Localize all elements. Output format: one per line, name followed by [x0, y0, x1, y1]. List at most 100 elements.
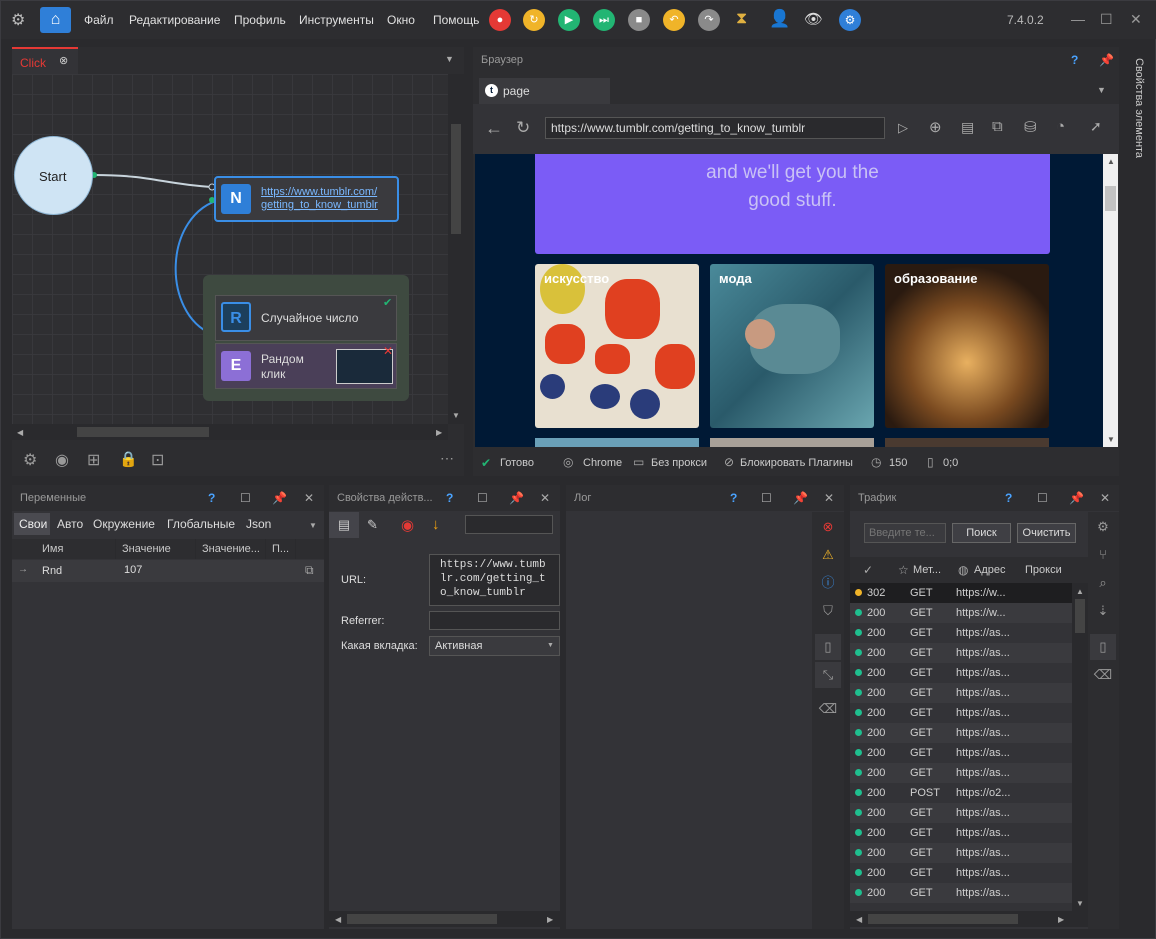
traffic-row[interactable]: 200 POST https://o2...: [850, 783, 1072, 803]
help-icon[interactable]: ?: [208, 491, 215, 505]
var-tab-auto[interactable]: Авто: [57, 517, 83, 531]
eye-icon[interactable]: 👁: [804, 10, 823, 28]
traffic-row[interactable]: 200 GET https://as...: [850, 663, 1072, 683]
col-p[interactable]: П...: [266, 539, 296, 559]
home-button[interactable]: ⌂: [40, 7, 71, 33]
document-icon[interactable]: ▤: [961, 119, 974, 136]
col-value2[interactable]: Значение...: [196, 539, 266, 559]
search-button[interactable]: Поиск: [952, 523, 1011, 543]
var-tab-json[interactable]: Json: [246, 517, 271, 531]
pin-icon[interactable]: 📌: [1069, 491, 1084, 505]
refresh-icon[interactable]: ↻: [523, 9, 545, 31]
help-icon[interactable]: ?: [1005, 491, 1012, 505]
traffic-row[interactable]: 200 GET https://as...: [850, 623, 1072, 643]
menu-tools[interactable]: Инструменты: [299, 13, 374, 27]
lock-icon[interactable]: 🔒: [119, 450, 138, 468]
close-window-button[interactable]: ✕: [1130, 11, 1142, 28]
search-icon[interactable]: ⌕: [1090, 570, 1116, 596]
close-tab-icon[interactable]: ⊗: [59, 54, 68, 67]
play-icon[interactable]: ▶: [558, 9, 580, 31]
col-proxy[interactable]: Прокси: [1025, 564, 1062, 576]
traffic-hscrollbar[interactable]: ◀ ▶: [850, 911, 1088, 927]
project-tab[interactable]: Click ⊗: [12, 47, 78, 74]
status-engine[interactable]: Chrome: [583, 457, 622, 469]
maximize-panel-icon[interactable]: ☐: [761, 491, 772, 505]
close-panel-icon[interactable]: ✕: [540, 491, 550, 505]
run-icon[interactable]: ▷: [898, 120, 908, 136]
stop-icon[interactable]: ■: [628, 9, 650, 31]
settings-icon[interactable]: ⚙: [1090, 514, 1116, 540]
status-plugins[interactable]: Блокировать Плагины: [740, 457, 853, 469]
user-circle-icon[interactable]: ◉: [55, 450, 69, 470]
tabs-dropdown-icon[interactable]: ▼: [1097, 85, 1106, 95]
page-scrollbar[interactable]: ▲ ▼: [1103, 154, 1118, 447]
info-filter-icon[interactable]: ⓘ: [815, 570, 841, 596]
error-filter-icon[interactable]: ⊗: [815, 514, 841, 540]
reload-icon[interactable]: ↻: [516, 118, 530, 138]
action-group[interactable]: R Случайное число ✔ E Рандом клик ✕: [203, 275, 409, 401]
pin-icon[interactable]: 📌: [1099, 53, 1114, 67]
tile-fashion[interactable]: мода: [710, 264, 874, 428]
timer-icon[interactable]: ⧗: [736, 10, 747, 28]
menu-window[interactable]: Окно: [387, 13, 415, 27]
canvas-hscrollbar[interactable]: ◀ ▶: [12, 424, 448, 440]
traffic-row[interactable]: 200 GET https://as...: [850, 703, 1072, 723]
edit-icon[interactable]: ✎: [367, 517, 378, 533]
close-panel-icon[interactable]: ✕: [304, 491, 314, 505]
tile-art[interactable]: искусство: [535, 264, 699, 428]
help-icon[interactable]: ?: [1071, 53, 1078, 67]
network-icon[interactable]: ⚙: [839, 9, 861, 31]
sort-icon[interactable]: ⇣: [1090, 598, 1116, 624]
undo-icon[interactable]: ↶: [663, 9, 685, 31]
copy-icon[interactable]: ⧉: [305, 563, 314, 578]
col-address[interactable]: Адрес: [974, 564, 1006, 576]
table-row[interactable]: → Rnd 107 ⧉: [12, 560, 324, 582]
random-click-node[interactable]: E Рандом клик ✕: [215, 343, 397, 389]
status-zoom[interactable]: 150: [889, 457, 907, 469]
col-value[interactable]: Значение: [116, 539, 196, 559]
pin-icon[interactable]: 📌: [272, 491, 287, 505]
user-icon[interactable]: 👤: [769, 9, 790, 29]
var-tab-global[interactable]: Глобальные: [167, 517, 235, 531]
record-icon[interactable]: ●: [489, 9, 511, 31]
tab-dropdown-icon[interactable]: ▼: [445, 54, 454, 64]
props-search-input[interactable]: [465, 515, 553, 534]
maximize-panel-icon[interactable]: ☐: [1037, 491, 1048, 505]
cursor-icon[interactable]: ➚: [1090, 118, 1102, 135]
traffic-row[interactable]: 200 GET https://as...: [850, 643, 1072, 663]
tag-icon[interactable]: ⛉: [815, 598, 841, 624]
menu-help[interactable]: Помощь: [433, 13, 479, 27]
properties-icon[interactable]: ▤: [329, 512, 359, 538]
props-hscrollbar[interactable]: ◀ ▶: [329, 911, 560, 927]
browser-tab[interactable]: t page: [479, 78, 610, 104]
referrer-field[interactable]: [429, 611, 560, 630]
traffic-row[interactable]: 200 GET https://as...: [850, 723, 1072, 743]
help-icon[interactable]: ?: [730, 491, 737, 505]
start-node[interactable]: Start: [14, 136, 93, 215]
traffic-row[interactable]: 200 GET https://w...: [850, 603, 1072, 623]
pin-icon[interactable]: 📌: [509, 491, 524, 505]
down-arrow-icon[interactable]: ↓: [432, 516, 440, 533]
clear-button[interactable]: Очистить: [1017, 523, 1076, 543]
maximize-panel-icon[interactable]: ☐: [240, 491, 251, 505]
cookie-icon[interactable]: ◔: [1056, 118, 1065, 135]
navigate-node[interactable]: N https://www.tumblr.com/ getting_to_kno…: [214, 176, 399, 222]
col-name[interactable]: Имя: [36, 539, 116, 559]
tile-education[interactable]: образование: [885, 264, 1049, 428]
traffic-row[interactable]: 200 GET https://as...: [850, 843, 1072, 863]
maximize-button[interactable]: ☐: [1100, 11, 1113, 28]
traffic-row[interactable]: 200 GET https://as...: [850, 863, 1072, 883]
web-page[interactable]: and we'll get you the good stuff. искусс…: [475, 154, 1103, 447]
record-icon[interactable]: ◉: [401, 516, 414, 534]
more-icon[interactable]: ⋯: [440, 450, 454, 467]
tab-select[interactable]: Активная ▼: [429, 636, 560, 656]
minimize-button[interactable]: —: [1071, 11, 1085, 27]
close-panel-icon[interactable]: ✕: [824, 491, 834, 505]
settings-icon[interactable]: ⚙: [23, 450, 37, 470]
redo-icon[interactable]: ↷: [698, 9, 720, 31]
var-tab-env[interactable]: Окружение: [93, 517, 155, 531]
menu-profile[interactable]: Профиль: [234, 13, 286, 27]
traffic-row[interactable]: 200 GET https://as...: [850, 803, 1072, 823]
var-tab-own[interactable]: Свои: [14, 513, 50, 535]
traffic-row[interactable]: 302 GET https://w...: [850, 583, 1072, 603]
